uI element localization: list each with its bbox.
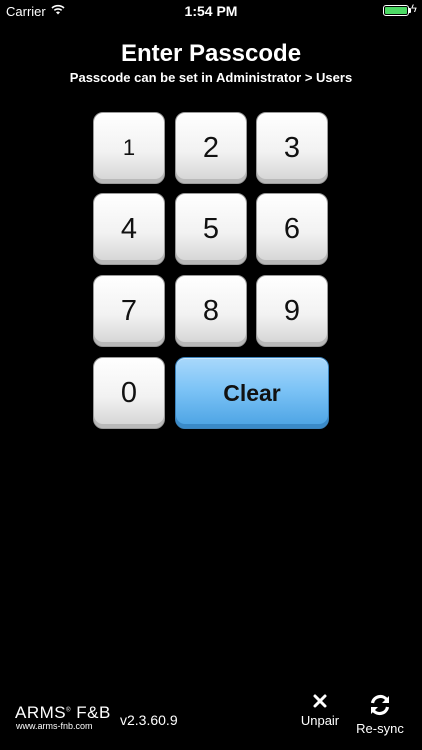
key-5[interactable]: 5 <box>175 193 247 265</box>
battery-icon <box>383 5 409 16</box>
key-8[interactable]: 8 <box>175 275 247 347</box>
charging-icon: ϟ <box>411 3 417 15</box>
brand-url: www.arms-fnb.com <box>16 721 93 731</box>
key-1[interactable]: 1 <box>93 112 165 184</box>
key-6[interactable]: 6 <box>256 193 328 265</box>
page-title: Enter Passcode <box>120 40 302 67</box>
close-icon <box>313 694 327 708</box>
unpair-button[interactable]: Unpair <box>297 693 343 728</box>
key-9[interactable]: 9 <box>256 275 328 347</box>
clock: 1:54 PM <box>184 3 238 19</box>
key-3[interactable]: 3 <box>256 112 328 184</box>
key-4[interactable]: 4 <box>93 193 165 265</box>
version-label: v2.3.60.9 <box>120 712 178 728</box>
resync-button[interactable]: Re-sync <box>350 693 410 736</box>
brand-name: ARMS <box>15 703 67 722</box>
key-2[interactable]: 2 <box>175 112 247 184</box>
sync-icon <box>370 694 390 716</box>
brand-suffix: F&B <box>76 703 111 722</box>
key-7[interactable]: 7 <box>93 275 165 347</box>
page-subtitle: Passcode can be set in Administrator > U… <box>69 70 353 85</box>
resync-label: Re-sync <box>356 721 404 736</box>
clear-button[interactable]: Clear <box>175 357 329 429</box>
battery-fill <box>385 7 407 14</box>
key-0[interactable]: 0 <box>93 357 165 429</box>
status-bar: Carrier 1:54 PM ϟ <box>0 0 422 22</box>
unpair-label: Unpair <box>300 713 340 728</box>
